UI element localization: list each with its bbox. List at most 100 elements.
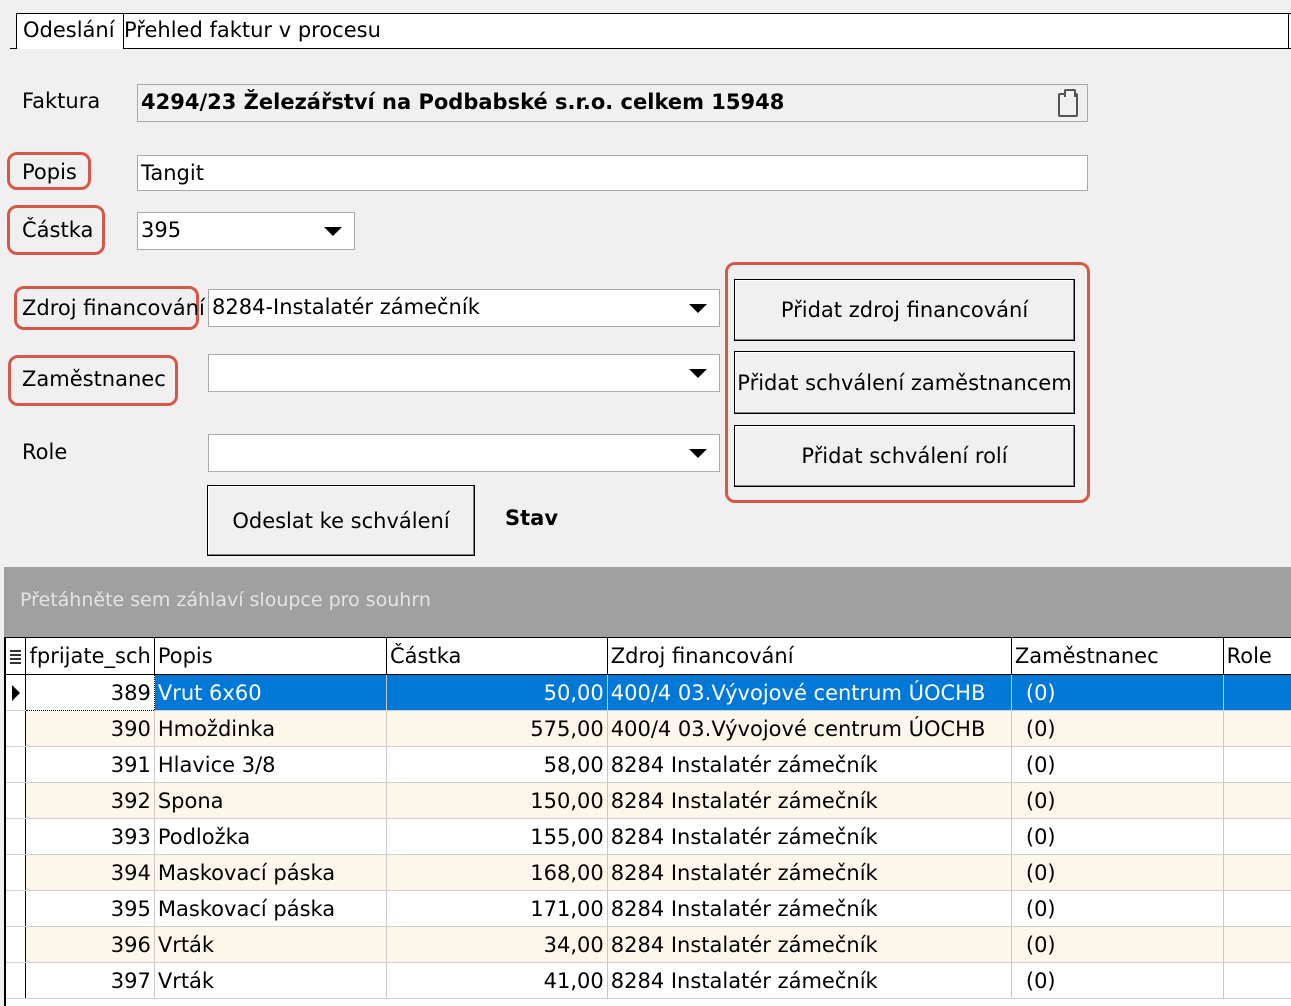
tab-odeslani[interactable]: Odeslání	[16, 14, 124, 49]
cell-zdroj[interactable]: 8284 Instalatér zámečník	[607, 926, 1012, 963]
cell-popis[interactable]: Podložka	[154, 818, 388, 855]
column-header-zdroj[interactable]: Zdroj financování	[607, 637, 1012, 675]
cell-zdroj[interactable]: 8284 Instalatér zámečník	[607, 782, 1012, 819]
zdroj-combo[interactable]: 8284-Instalatér zámečník	[208, 289, 720, 327]
cell-zamestnanec[interactable]: (0)	[1011, 926, 1224, 963]
table-row[interactable]: 393 Podložka 155,00 8284 Instalatér záme…	[6, 818, 1291, 855]
add-role-approval-button[interactable]: Přidat schválení rolí	[734, 425, 1075, 487]
cell-castka[interactable]: 150,00	[386, 782, 608, 819]
table-row[interactable]: 394 Maskovací páska 168,00 8284 Instalat…	[6, 854, 1291, 891]
castka-combo[interactable]: 395	[137, 212, 355, 250]
table-row[interactable]: 395 Maskovací páska 171,00 8284 Instalat…	[6, 890, 1291, 927]
cell-castka[interactable]: 171,00	[386, 890, 608, 927]
cell-zamestnanec[interactable]: (0)	[1011, 710, 1224, 747]
row-indicator[interactable]	[6, 962, 27, 999]
cell-id[interactable]: 391	[25, 746, 155, 783]
chevron-down-icon[interactable]	[689, 369, 707, 378]
cell-popis[interactable]: Vrut 6x60	[154, 674, 388, 711]
cell-zdroj[interactable]: 8284 Instalatér zámečník	[607, 890, 1012, 927]
cell-castka[interactable]: 155,00	[386, 818, 608, 855]
column-header-id[interactable]: fprijate_sch	[25, 637, 155, 675]
cell-id[interactable]: 392	[25, 782, 155, 819]
cell-role[interactable]	[1223, 962, 1291, 999]
cell-id[interactable]: 395	[25, 890, 155, 927]
cell-id[interactable]: 390	[25, 710, 155, 747]
cell-zdroj[interactable]: 400/4 03.Vývojové centrum ÚOCHB	[607, 710, 1012, 747]
cell-zdroj[interactable]: 400/4 03.Vývojové centrum ÚOCHB	[607, 674, 1012, 711]
column-header-role[interactable]: Role	[1223, 637, 1291, 675]
clipboard-icon[interactable]	[1058, 89, 1078, 117]
cell-popis[interactable]: Maskovací páska	[154, 890, 388, 927]
cell-role[interactable]	[1223, 818, 1291, 855]
cell-role[interactable]	[1223, 746, 1291, 783]
cell-id[interactable]: 396	[25, 926, 155, 963]
table-row[interactable]: 396 Vrták 34,00 8284 Instalatér zámečník…	[6, 926, 1291, 963]
add-employee-approval-button[interactable]: Přidat schválení zaměstnancem	[734, 351, 1075, 414]
cell-zdroj[interactable]: 8284 Instalatér zámečník	[607, 818, 1012, 855]
cell-popis[interactable]: Vrták	[154, 926, 388, 963]
zamestnanec-combo[interactable]	[208, 354, 720, 392]
cell-zamestnanec[interactable]: (0)	[1011, 746, 1224, 783]
chevron-down-icon[interactable]	[689, 449, 707, 458]
row-selector-header[interactable]	[6, 637, 27, 675]
cell-zamestnanec[interactable]: (0)	[1011, 674, 1224, 711]
send-for-approval-button[interactable]: Odeslat ke schválení	[207, 485, 475, 556]
cell-popis[interactable]: Hmoždinka	[154, 710, 388, 747]
cell-popis[interactable]: Spona	[154, 782, 388, 819]
cell-zdroj[interactable]: 8284 Instalatér zámečník	[607, 746, 1012, 783]
current-row-pointer-icon	[12, 685, 20, 701]
cell-castka[interactable]: 168,00	[386, 854, 608, 891]
tab-prehled-faktur[interactable]: Přehled faktur v procesu	[118, 14, 387, 47]
cell-zamestnanec[interactable]: (0)	[1011, 890, 1224, 927]
cell-popis[interactable]: Maskovací páska	[154, 854, 388, 891]
cell-role[interactable]	[1223, 854, 1291, 891]
row-indicator[interactable]	[6, 782, 27, 819]
row-indicator[interactable]	[6, 674, 27, 711]
chevron-down-icon[interactable]	[324, 227, 342, 236]
cell-role[interactable]	[1223, 710, 1291, 747]
cell-id[interactable]: 393	[25, 818, 155, 855]
cell-role[interactable]	[1223, 782, 1291, 819]
cell-role[interactable]	[1223, 926, 1291, 963]
table-row[interactable]: 390 Hmoždinka 575,00 400/4 03.Vývojové c…	[6, 710, 1291, 747]
cell-role[interactable]	[1223, 890, 1291, 927]
cell-zdroj[interactable]: 8284 Instalatér zámečník	[607, 962, 1012, 999]
popis-input[interactable]: Tangit	[137, 155, 1088, 191]
cell-zamestnanec[interactable]: (0)	[1011, 782, 1224, 819]
chevron-down-icon[interactable]	[689, 304, 707, 313]
table-row[interactable]: 392 Spona 150,00 8284 Instalatér zámeční…	[6, 782, 1291, 819]
row-indicator[interactable]	[6, 818, 27, 855]
cell-id[interactable]: 394	[25, 854, 155, 891]
column-header-zamestnanec[interactable]: Zaměstnanec	[1011, 637, 1224, 675]
cell-id[interactable]: 389	[25, 674, 155, 711]
group-by-panel[interactable]: Přetáhněte sem záhlaví sloupce pro souhr…	[4, 567, 1291, 637]
column-chooser-icon[interactable]	[10, 650, 21, 664]
column-header-popis[interactable]: Popis	[154, 637, 388, 675]
table-row[interactable]: 397 Vrták 41,00 8284 Instalatér zámečník…	[6, 962, 1291, 999]
cell-zamestnanec[interactable]: (0)	[1011, 854, 1224, 891]
row-indicator[interactable]	[6, 746, 27, 783]
cell-castka[interactable]: 41,00	[386, 962, 608, 999]
faktura-field[interactable]: 4294/23 Železářství na Podbabské s.r.o. …	[137, 84, 1088, 122]
cell-role[interactable]	[1223, 674, 1291, 711]
cell-zamestnanec[interactable]: (0)	[1011, 962, 1224, 999]
cell-castka[interactable]: 575,00	[386, 710, 608, 747]
role-combo[interactable]	[208, 434, 720, 472]
row-indicator[interactable]	[6, 926, 27, 963]
table-row[interactable]: 391 Hlavice 3/8 58,00 8284 Instalatér zá…	[6, 746, 1291, 783]
column-header-castka[interactable]: Částka	[386, 637, 608, 675]
cell-castka[interactable]: 58,00	[386, 746, 608, 783]
cell-zamestnanec[interactable]: (0)	[1011, 818, 1224, 855]
table-row[interactable]: 389 Vrut 6x60 50,00 400/4 03.Vývojové ce…	[6, 674, 1291, 711]
cell-id[interactable]: 397	[25, 962, 155, 999]
cell-castka[interactable]: 50,00	[386, 674, 608, 711]
cell-castka[interactable]: 34,00	[386, 926, 608, 963]
cell-popis[interactable]: Hlavice 3/8	[154, 746, 388, 783]
add-funding-source-button[interactable]: Přidat zdroj financování	[734, 279, 1075, 341]
data-grid[interactable]: fprijate_sch Popis Částka Zdroj financov…	[4, 637, 1291, 1006]
row-indicator[interactable]	[6, 890, 27, 927]
row-indicator[interactable]	[6, 854, 27, 891]
cell-popis[interactable]: Vrták	[154, 962, 388, 999]
row-indicator[interactable]	[6, 710, 27, 747]
cell-zdroj[interactable]: 8284 Instalatér zámečník	[607, 854, 1012, 891]
